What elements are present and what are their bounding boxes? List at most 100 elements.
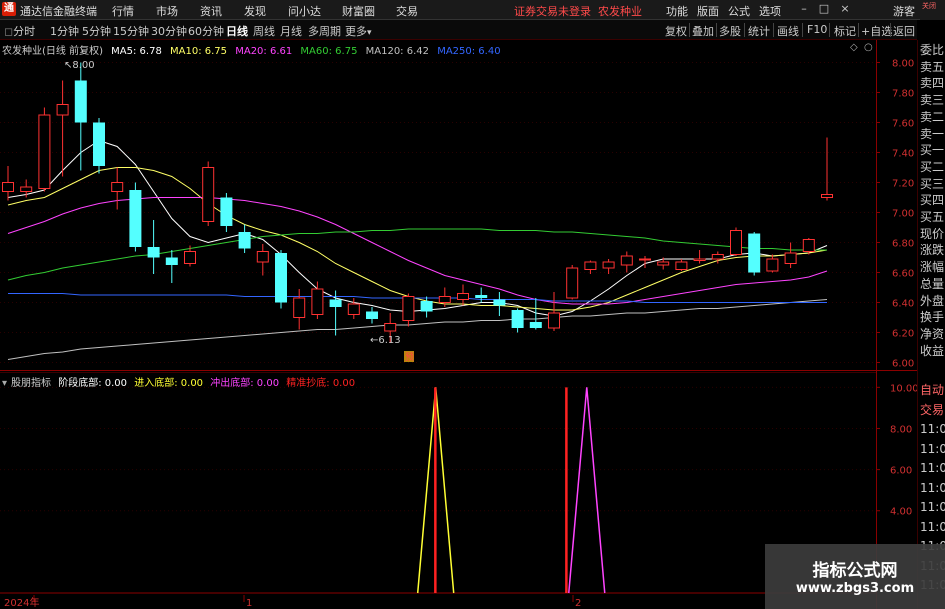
quote-field-label: 涨跌 bbox=[920, 243, 945, 258]
indicator-stage-bottom: 阶段底部: 0.00 bbox=[58, 378, 128, 389]
toolbar-separator bbox=[716, 23, 717, 37]
ma10-label: MA10: 6.75 bbox=[170, 46, 228, 57]
tick-time: 11:0 bbox=[920, 422, 945, 436]
chart-title[interactable]: 农发种业(日线 前复权) bbox=[2, 46, 103, 57]
quote-field-label: 买一 bbox=[920, 143, 945, 158]
menu-trade[interactable]: 交易 bbox=[396, 3, 418, 19]
period-timeshare[interactable]: ◻分时 bbox=[4, 23, 35, 39]
candle-body bbox=[347, 303, 360, 315]
period-more[interactable]: 更多▾ bbox=[345, 23, 372, 39]
candle-body bbox=[475, 295, 488, 298]
period-60min[interactable]: 60分钟 bbox=[188, 23, 224, 39]
rpanel-top: 关闭 bbox=[920, 0, 945, 20]
auto-trade-label[interactable]: 自动 bbox=[920, 383, 944, 398]
candle-body bbox=[766, 258, 779, 272]
menu-function[interactable]: 功能 bbox=[666, 3, 688, 19]
watermark-title: 指标公式网 bbox=[812, 561, 898, 581]
period-multi[interactable]: 多周期 bbox=[308, 23, 341, 39]
quote-field-label: 卖五 bbox=[920, 59, 945, 74]
period-monthly[interactable]: 月线 bbox=[280, 23, 302, 39]
quote-field-label: 买四 bbox=[920, 193, 945, 208]
chart-close-icon[interactable]: ○ bbox=[864, 42, 873, 53]
candle-body bbox=[730, 230, 742, 255]
tool-overlay[interactable]: 叠加 bbox=[692, 23, 714, 39]
quote-field-label: 卖二 bbox=[920, 109, 945, 124]
menu-layout[interactable]: 版面 bbox=[697, 3, 719, 19]
period-30min[interactable]: 30分钟 bbox=[151, 23, 187, 39]
menu-bar: 通 通达信金融终端 行情 市场 资讯 发现 问小达 财富圈 交易 证券交易未登录… bbox=[0, 0, 945, 20]
period-5min[interactable]: 5分钟 bbox=[82, 23, 111, 39]
x-tick-label: 1 bbox=[246, 598, 252, 609]
candle-body bbox=[20, 186, 33, 192]
candle-body bbox=[529, 322, 542, 328]
chart-settings-icon[interactable]: ◇ bbox=[850, 42, 858, 53]
ma5-label: MA5: 6.78 bbox=[111, 46, 162, 57]
quote-field-label: 总量 bbox=[920, 276, 945, 291]
auto-trade-label[interactable]: 交易 bbox=[920, 403, 944, 418]
tick-time: 11:0 bbox=[920, 441, 945, 456]
menu-formula[interactable]: 公式 bbox=[728, 3, 750, 19]
tool-multistock[interactable]: 多股 bbox=[719, 23, 741, 39]
indicator-tick-label: 10.00 bbox=[890, 383, 917, 394]
price-tick-label: 6.00 bbox=[892, 359, 914, 370]
guest-user[interactable]: 游客 bbox=[893, 3, 915, 19]
menu-ask[interactable]: 问小达 bbox=[288, 3, 321, 19]
tick-time: 11:0 bbox=[920, 500, 945, 514]
menu-discover[interactable]: 发现 bbox=[244, 3, 266, 19]
menu-news[interactable]: 资讯 bbox=[200, 3, 222, 19]
tool-mark[interactable]: 标记 bbox=[834, 23, 856, 39]
menu-market[interactable]: 市场 bbox=[156, 3, 178, 19]
menu-options[interactable]: 选项 bbox=[759, 3, 781, 19]
close-icon[interactable]: × bbox=[838, 2, 852, 16]
tick-time: 11:0 bbox=[920, 461, 945, 475]
tool-stats[interactable]: 统计 bbox=[748, 23, 770, 39]
tick-time: 11:0 bbox=[920, 480, 945, 495]
price-tick-label: 7.20 bbox=[892, 179, 914, 190]
candle-body bbox=[620, 255, 633, 266]
candle-body bbox=[293, 297, 306, 318]
tool-add-watchlist[interactable]: +自选 bbox=[861, 23, 892, 39]
login-notice[interactable]: 证券交易未登录 农发种业 bbox=[514, 3, 642, 19]
quote-field-label: 外盘 bbox=[920, 293, 945, 308]
menu-wealth[interactable]: 财富圈 bbox=[342, 3, 375, 19]
price-tick-label: 7.60 bbox=[892, 119, 914, 130]
candle-body bbox=[147, 247, 160, 258]
period-weekly[interactable]: 周线 bbox=[253, 23, 275, 39]
candle-body bbox=[220, 197, 233, 226]
toolbar-separator bbox=[890, 23, 891, 37]
candle-body bbox=[457, 293, 469, 300]
maximize-icon[interactable]: □ bbox=[817, 2, 831, 16]
candle-body bbox=[584, 261, 597, 270]
candle-body bbox=[56, 104, 69, 116]
tool-draw[interactable]: 画线 bbox=[777, 23, 799, 39]
toolbar-separator bbox=[829, 23, 830, 37]
period-1min[interactable]: 1分钟 bbox=[50, 23, 79, 39]
indicator-name[interactable]: 股朋指标 bbox=[11, 378, 51, 389]
indicator-precise-bottom: 精准抄底: 0.00 bbox=[286, 378, 356, 389]
tool-back[interactable]: 返回 bbox=[893, 23, 915, 39]
indicator-toggle-icon[interactable]: ▾ bbox=[2, 378, 7, 389]
candle-body bbox=[602, 261, 615, 269]
tool-adjust[interactable]: 复权 bbox=[665, 23, 687, 39]
menu-quotes[interactable]: 行情 bbox=[112, 3, 134, 19]
kline-chart[interactable]: 8.00 7.80 7.60 7.40 7.20 7.00 6.80 6.60 6.40 6.20… bbox=[0, 40, 917, 609]
candle-body bbox=[511, 310, 524, 328]
toolbar-separator bbox=[802, 23, 803, 37]
rpanel-close-button[interactable]: 关闭 bbox=[922, 2, 942, 10]
quote-field-label: 换手 bbox=[920, 310, 945, 325]
period-15min[interactable]: 15分钟 bbox=[113, 23, 149, 39]
watermark-url: www.zbgs3.com bbox=[795, 581, 915, 596]
indicator-legend: ▾ 股朋指标 阶段底部: 0.00 进入底部: 0.00 冲出底部: 0.00 精… bbox=[2, 374, 359, 389]
price-tick-label: 7.00 bbox=[892, 209, 914, 220]
price-tick-label: 6.60 bbox=[892, 269, 914, 280]
candle-body bbox=[420, 301, 433, 312]
price-tick-label: 6.80 bbox=[892, 239, 914, 250]
candle-body bbox=[184, 251, 196, 264]
candle-body bbox=[802, 239, 815, 252]
period-daily[interactable]: 日线 bbox=[226, 23, 248, 39]
candle-body bbox=[675, 261, 688, 270]
high-label: ↖8.00 bbox=[64, 60, 95, 71]
tool-f10[interactable]: F10 bbox=[807, 23, 827, 36]
ma250-label: MA250: 6.40 bbox=[437, 46, 501, 57]
minimize-icon[interactable]: – bbox=[797, 2, 811, 16]
